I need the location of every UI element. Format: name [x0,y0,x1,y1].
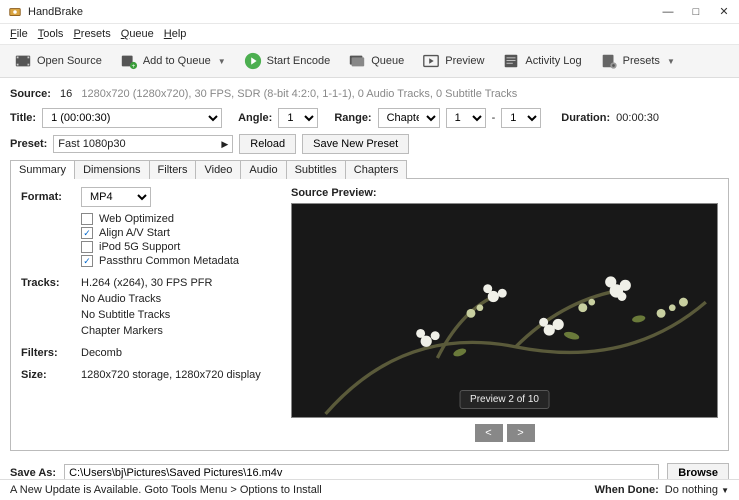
preview-badge: Preview 2 of 10 [459,390,550,409]
track-video: H.264 (x264), 30 FPS PFR [81,277,212,289]
track-audio: No Audio Tracks [81,293,212,305]
queue-label: Queue [371,55,404,67]
tab-filters[interactable]: Filters [149,160,197,179]
source-preview-label: Source Preview: [291,187,718,199]
filters-label: Filters: [21,347,81,359]
source-preview-image: Preview 2 of 10 [291,203,718,418]
menu-presets[interactable]: Presets [69,26,114,42]
track-subs: No Subtitle Tracks [81,309,212,321]
open-source-button[interactable]: Open Source [8,49,108,73]
preview-icon [422,52,440,70]
presets-icon [600,52,618,70]
play-icon [244,52,262,70]
web-optimized-checkbox[interactable]: Web Optimized [81,213,271,225]
menu-tools[interactable]: Tools [34,26,68,42]
source-label: Source: [10,88,51,100]
when-done-label: When Done: [595,484,659,496]
minimize-button[interactable]: — [661,5,675,19]
format-label: Format: [21,191,71,203]
tab-subtitles[interactable]: Subtitles [286,160,346,179]
activity-log-label: Activity Log [525,55,581,67]
range-type-select[interactable]: Chapters [378,108,440,128]
source-detail: 1280x720 (1280x720), 30 FPS, SDR (8-bit … [81,88,517,100]
log-icon [502,52,520,70]
size-value: 1280x720 storage, 1280x720 display [81,369,261,381]
passthru-metadata-checkbox[interactable]: ✓Passthru Common Metadata [81,255,271,267]
chevron-down-icon: ▼ [721,486,729,495]
tab-dimensions[interactable]: Dimensions [74,160,149,179]
angle-select[interactable]: 1 [278,108,318,128]
range-dash: - [492,112,496,124]
queue-add-icon: + [120,52,138,70]
title-label: Title: [10,112,36,124]
preview-prev-button[interactable]: < [475,424,503,442]
title-select[interactable]: 1 (00:00:30) [42,108,222,128]
save-as-label: Save As: [10,467,56,479]
duration-label: Duration: [561,112,610,124]
film-icon [14,52,32,70]
preset-label: Preset: [10,138,47,150]
tracks-label: Tracks: [21,277,81,337]
save-new-preset-button[interactable]: Save New Preset [302,134,409,154]
menubar: File Tools Presets Queue Help [0,24,739,45]
add-to-queue-label: Add to Queue [143,55,211,67]
maximize-button[interactable]: □ [689,5,703,19]
menu-queue[interactable]: Queue [117,26,158,42]
toolbar: Open Source + Add to Queue ▼ Start Encod… [0,45,739,78]
summary-panel: Format: MP4 Web Optimized ✓Align A/V Sta… [10,178,729,451]
preset-value: Fast 1080p30 [58,138,125,150]
app-icon [8,5,22,19]
preview-next-button[interactable]: > [507,424,535,442]
track-chapters: Chapter Markers [81,325,212,337]
titlebar: HandBrake — □ ✕ [0,0,739,24]
start-encode-label: Start Encode [267,55,331,67]
tabs: Summary Dimensions Filters Video Audio S… [10,160,729,179]
range-label: Range: [334,112,371,124]
statusbar: A New Update is Available. Goto Tools Me… [0,479,739,500]
preview-label: Preview [445,55,484,67]
range-to-select[interactable]: 1 [501,108,541,128]
preset-select[interactable]: Fast 1080p30 ▶ [53,135,233,153]
preview-button[interactable]: Preview [416,49,490,73]
when-done-select[interactable]: Do nothing ▼ [665,484,729,496]
queue-icon [348,52,366,70]
tab-audio[interactable]: Audio [240,160,286,179]
reload-button[interactable]: Reload [239,134,296,154]
angle-label: Angle: [238,112,272,124]
ipod-checkbox[interactable]: iPod 5G Support [81,241,271,253]
range-from-select[interactable]: 1 [446,108,486,128]
duration-value: 00:00:30 [616,112,659,124]
open-source-label: Open Source [37,55,102,67]
svg-text:+: + [131,63,135,70]
chevron-down-icon: ▼ [667,57,675,66]
chevron-right-icon: ▶ [221,139,228,150]
format-select[interactable]: MP4 [81,187,151,207]
start-encode-button[interactable]: Start Encode [238,49,337,73]
update-message: A New Update is Available. Goto Tools Me… [10,484,322,496]
queue-button[interactable]: Queue [342,49,410,73]
tab-summary[interactable]: Summary [10,160,75,179]
size-label: Size: [21,369,81,381]
align-av-checkbox[interactable]: ✓Align A/V Start [81,227,271,239]
menu-help[interactable]: Help [160,26,191,42]
close-button[interactable]: ✕ [717,5,731,19]
source-name: 16 [60,88,72,100]
chevron-down-icon: ▼ [218,57,226,66]
source-info: Source: 16 1280x720 (1280x720), 30 FPS, … [10,84,729,108]
presets-label: Presets [623,55,660,67]
tab-video[interactable]: Video [195,160,241,179]
add-to-queue-button[interactable]: + Add to Queue ▼ [114,49,232,73]
tab-chapters[interactable]: Chapters [345,160,408,179]
filters-value: Decomb [81,347,122,359]
activity-log-button[interactable]: Activity Log [496,49,587,73]
menu-file[interactable]: File [6,26,32,42]
app-title: HandBrake [28,6,83,18]
presets-button[interactable]: Presets ▼ [594,49,681,73]
